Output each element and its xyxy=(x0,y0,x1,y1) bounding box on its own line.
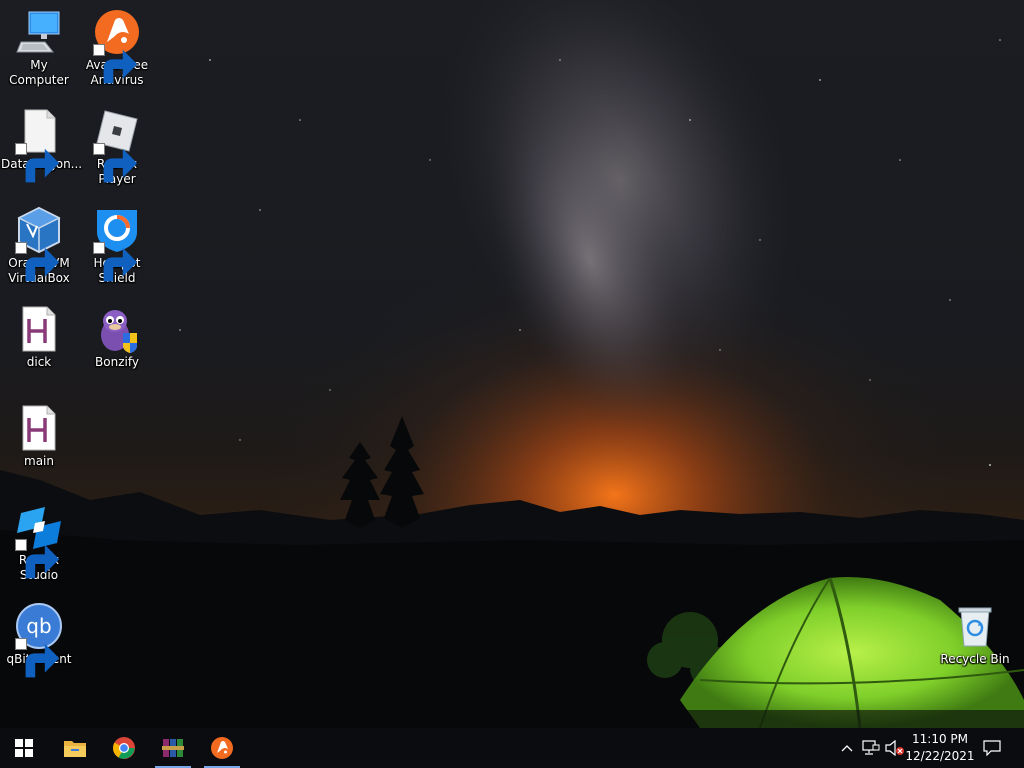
taskbar-winrar[interactable] xyxy=(153,728,193,768)
taskbar: 11:10 PM 12/22/2021 xyxy=(0,728,1024,768)
shortcut-arrow-icon xyxy=(15,143,60,183)
desktop-icon-bonzify[interactable]: Bonzify xyxy=(79,305,155,370)
desktop-icon-datawagon[interactable]: DataWagon... xyxy=(1,107,82,183)
desktop-icon-qbittorrent[interactable]: qb qBittorrent xyxy=(1,602,77,678)
notifications-icon xyxy=(983,740,1001,756)
taskbar-file-explorer[interactable] xyxy=(55,728,95,768)
shortcut-arrow-icon xyxy=(15,539,60,579)
desktop-icon-label: dick xyxy=(26,355,52,369)
network-tray-button[interactable] xyxy=(860,728,882,768)
clock-time: 11:10 PM xyxy=(912,732,968,746)
desktop-icon-dick[interactable]: dick xyxy=(1,305,77,370)
roblox-studio-icon xyxy=(15,503,63,579)
svg-text:qb: qb xyxy=(26,614,51,638)
recycle-bin-icon xyxy=(951,602,999,650)
taskbar-avast[interactable] xyxy=(202,728,242,768)
shortcut-arrow-icon xyxy=(93,143,138,183)
avast-icon xyxy=(211,737,233,759)
roblox-player-icon xyxy=(93,107,141,183)
desktop-icon-label: My Computer xyxy=(9,58,69,87)
shortcut-arrow-icon xyxy=(15,638,60,678)
shortcut-arrow-icon xyxy=(93,44,138,84)
action-center-button[interactable] xyxy=(980,728,1004,768)
clock-date: 12/22/2021 xyxy=(905,749,975,763)
shortcut-arrow-icon xyxy=(93,242,138,282)
taskbar-clock[interactable]: 11:10 PM 12/22/2021 xyxy=(902,731,978,765)
desktop-icon-roblox-studio[interactable]: Roblox Studio xyxy=(1,503,77,583)
desktop-icon-my-computer[interactable]: My Computer xyxy=(1,8,77,88)
h-file-icon xyxy=(15,404,63,452)
folder-icon xyxy=(64,741,86,757)
h-file-icon xyxy=(15,305,63,353)
shortcut-arrow-icon xyxy=(15,242,60,282)
desktop-icon-label: Bonzify xyxy=(95,355,139,369)
bonzi-buddy-icon xyxy=(93,305,141,353)
desktop-icon-hotspot-shield[interactable]: Hotspot Shield xyxy=(79,206,155,286)
desktop-icon-main[interactable]: main xyxy=(1,404,77,469)
desktop-icon-avast[interactable]: Avast Free Antivirus xyxy=(79,8,155,88)
virtualbox-icon xyxy=(15,206,63,282)
show-hidden-icons-button[interactable] xyxy=(838,728,856,768)
computer-icon xyxy=(15,8,63,56)
chrome-icon xyxy=(113,737,135,759)
hotspot-shield-icon xyxy=(93,206,141,282)
network-icon xyxy=(862,740,880,755)
start-button[interactable] xyxy=(4,728,44,768)
desktop-icon-label: main xyxy=(24,454,54,468)
desktop-icon-recycle-bin[interactable]: Recycle Bin xyxy=(937,602,1013,667)
avast-icon xyxy=(93,8,141,84)
desktop-icon-virtualbox[interactable]: Oracle VM VirtualBox xyxy=(1,206,77,286)
chevron-up-icon xyxy=(841,745,853,752)
desktop-icon-roblox-player[interactable]: Roblox Player xyxy=(79,107,155,187)
qbittorrent-icon: qb xyxy=(15,602,63,678)
desktop-icon-label: Recycle Bin xyxy=(940,652,1010,666)
taskbar-chrome[interactable] xyxy=(104,728,144,768)
winrar-icon xyxy=(162,739,184,757)
windows-logo-icon xyxy=(15,739,33,757)
blank-file-icon xyxy=(15,107,63,183)
